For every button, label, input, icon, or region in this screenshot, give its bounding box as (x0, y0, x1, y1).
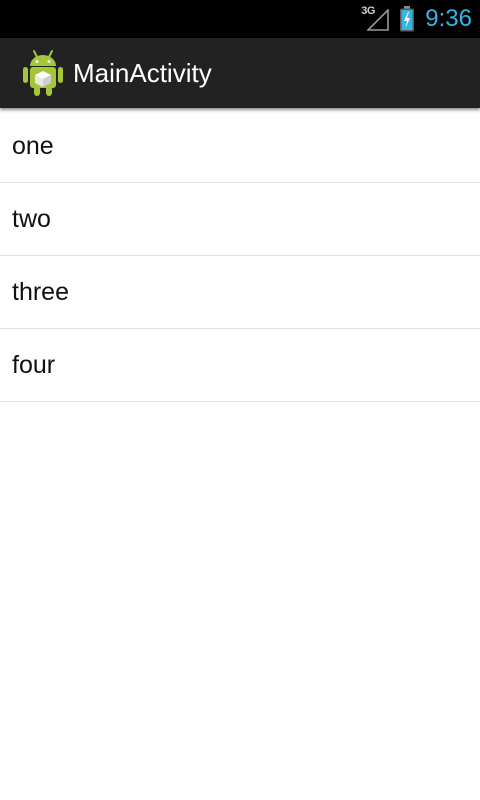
signal-icon (367, 9, 390, 31)
android-robot-icon[interactable] (22, 49, 64, 97)
action-bar: MainActivity (0, 38, 480, 108)
status-icons: 3G 9:36 (361, 0, 472, 38)
status-bar: 3G 9:36 (0, 0, 480, 38)
network-indicator: 3G (361, 5, 391, 33)
list-item-three[interactable]: three (0, 256, 480, 329)
list-item-one[interactable]: one (0, 110, 480, 183)
status-clock: 9:36 (425, 5, 472, 32)
list-item-four[interactable]: four (0, 329, 480, 402)
app-title: MainActivity (73, 57, 212, 88)
battery-charging-icon (399, 6, 415, 32)
item-list: one two three four (0, 110, 480, 402)
list-item-two[interactable]: two (0, 183, 480, 256)
